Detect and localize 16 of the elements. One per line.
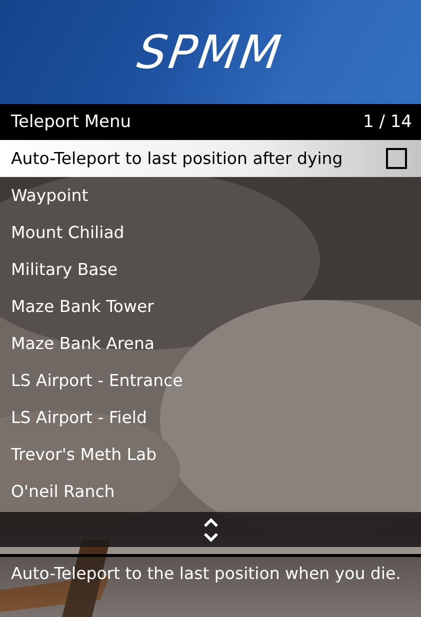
menu-item[interactable]: LS Airport - Entrance [0, 362, 421, 399]
menu-title: Teleport Menu [11, 112, 132, 132]
menu-item[interactable]: Maze Bank Arena [0, 325, 421, 362]
menu-item[interactable]: Maze Bank Tower [0, 288, 421, 325]
menu-item[interactable]: Auto-Teleport to last position after dying [0, 140, 421, 177]
menu-item[interactable]: Military Base [0, 251, 421, 288]
menu-item[interactable]: LS Airport - Field [0, 399, 421, 436]
menu-item[interactable]: O'neil Ranch [0, 473, 421, 510]
menu-item[interactable]: Mount Chiliad [0, 214, 421, 251]
checkbox[interactable] [386, 148, 407, 169]
menu-item[interactable]: Trevor's Meth Lab [0, 436, 421, 473]
menu-item[interactable]: Waypoint [0, 177, 421, 214]
page-counter: 1 / 14 [363, 112, 412, 132]
up-down-arrows-icon [202, 516, 220, 544]
description: Auto-Teleport to the last position when you die. [0, 557, 421, 617]
logo: SPMM [134, 25, 286, 79]
